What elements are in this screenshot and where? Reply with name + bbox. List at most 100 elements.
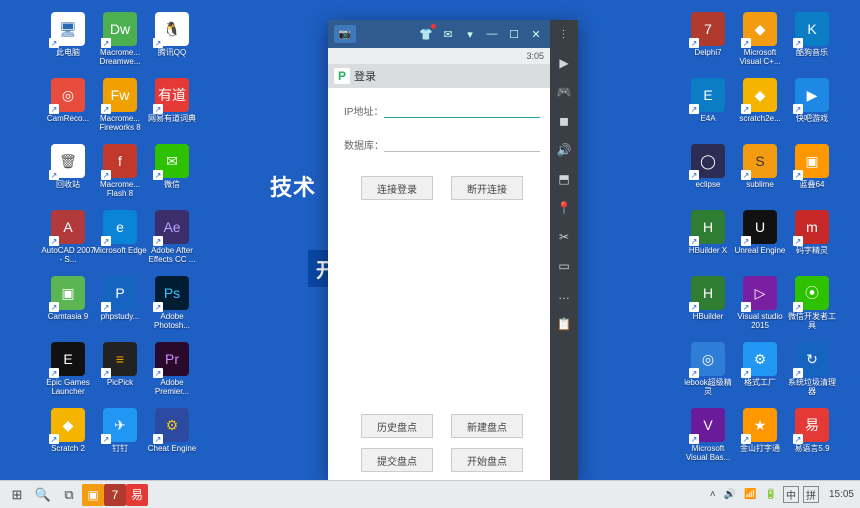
desktop-icon[interactable]: ★↗金山打字通: [732, 408, 788, 468]
app-icon: ★↗: [743, 408, 777, 442]
tray-network-icon[interactable]: 📶: [742, 489, 758, 500]
tray-clock[interactable]: 15:05: [827, 489, 856, 500]
app-icon: ⦿↗: [795, 276, 829, 310]
desktop-icon[interactable]: H↗HBuilder X: [680, 210, 736, 270]
close-button[interactable]: ✕: [528, 26, 544, 42]
desktop-icon[interactable]: H↗HBuilder: [680, 276, 736, 336]
desktop-icon-label: 酷狗音乐: [785, 48, 839, 57]
emulator-side-button[interactable]: ⋮: [556, 26, 572, 42]
desktop-icon[interactable]: ≡↗PicPick: [92, 342, 148, 402]
app-icon: 🗑↗: [51, 144, 85, 178]
taskbar-pinned-app[interactable]: ▣: [82, 484, 104, 506]
connect-button[interactable]: 连接登录: [361, 176, 433, 200]
mail-icon[interactable]: ✉: [440, 26, 456, 42]
emulator-side-button[interactable]: ◼: [556, 113, 572, 129]
desktop-icon[interactable]: 易↗易语言5.9: [784, 408, 840, 468]
emulator-side-button[interactable]: ▭: [556, 258, 572, 274]
start-button[interactable]: 开始盘点: [451, 448, 523, 472]
disconnect-button[interactable]: 断开连接: [451, 176, 523, 200]
desktop-icon[interactable]: ✉↗微信: [144, 144, 200, 204]
desktop-icon[interactable]: 🗑↗回收站: [40, 144, 96, 204]
desktop-icon-label: phpstudy...: [93, 312, 147, 321]
tray-volume-icon[interactable]: 🔊: [722, 489, 738, 500]
desktop-icon[interactable]: ▶↗ 快吧游戏: [784, 78, 840, 138]
db-input[interactable]: [384, 136, 540, 152]
desktop-icon-label: CamReco...: [41, 114, 95, 123]
history-button[interactable]: 历史盘点: [361, 414, 433, 438]
desktop-icon[interactable]: Ae↗Adobe After Effects CC ...: [144, 210, 200, 270]
emulator-side-button[interactable]: 📍: [556, 200, 572, 216]
search-button[interactable]: 🔍: [30, 484, 56, 506]
desktop-icon[interactable]: 有道↗网易有道词典: [144, 78, 200, 138]
desktop-icon[interactable]: Fw↗Macrome... Fireworks 8: [92, 78, 148, 138]
desktop-icon[interactable]: ▷↗Visual studio 2015: [732, 276, 788, 336]
new-button[interactable]: 新建盘点: [451, 414, 523, 438]
emulator-side-button[interactable]: 🔊: [556, 142, 572, 158]
desktop-icon[interactable]: ◆↗Scratch 2: [40, 408, 96, 468]
desktop-icon[interactable]: V↗Microsoft Visual Bas...: [680, 408, 736, 468]
dropdown-icon[interactable]: ▾: [462, 26, 478, 42]
shirt-icon[interactable]: 👕: [418, 26, 434, 42]
emulator-side-button[interactable]: ▶: [556, 55, 572, 71]
desktop-icon[interactable]: 🖥↗此电脑: [40, 12, 96, 72]
app-body: IP地址： 数据库： 连接登录 断开连接 历史盘点 新建盘点 提交盘点 开始盘点: [328, 88, 550, 482]
desktop-icon[interactable]: ◎↗CamReco...: [40, 78, 96, 138]
desktop-icon[interactable]: m↗码字精灵: [784, 210, 840, 270]
maximize-button[interactable]: ☐: [506, 26, 522, 42]
desktop-icon[interactable]: Pr↗Adobe Premier...: [144, 342, 200, 402]
tray-ime-1[interactable]: 中: [783, 486, 799, 503]
emulator-tab[interactable]: 📷: [334, 25, 356, 43]
taskbar-pinned-app[interactable]: 易: [126, 484, 148, 506]
desktop-icon[interactable]: A↗AutoCAD 2007 - S...: [40, 210, 96, 270]
desktop-icon[interactable]: K↗酷狗音乐: [784, 12, 840, 72]
app-icon: ▶↗: [795, 78, 829, 112]
desktop-icon-label: HBuilder X: [681, 246, 735, 255]
ip-input[interactable]: [384, 102, 540, 118]
emulator-side-button[interactable]: ⬒: [556, 171, 572, 187]
desktop-icon[interactable]: ◯↗eclipse: [680, 144, 736, 204]
wallpaper-text-1: 技术: [270, 170, 316, 202]
desktop-icon[interactable]: ▣↗蓝叠64: [784, 144, 840, 204]
desktop-icon[interactable]: ↻↗系统垃圾清理器: [784, 342, 840, 402]
desktop-icon[interactable]: ◎↗iebook超级精灵: [680, 342, 736, 402]
emulator-side-button[interactable]: 📋: [556, 316, 572, 332]
emulator-side-button[interactable]: ✂: [556, 229, 572, 245]
submit-button[interactable]: 提交盘点: [361, 448, 433, 472]
tray-ime-2[interactable]: 拼: [803, 486, 819, 503]
desktop-icon[interactable]: 🐧↗腾讯QQ: [144, 12, 200, 72]
taskbar-pinned-app[interactable]: 7: [104, 484, 126, 506]
desktop-icon[interactable]: Dw↗Macrome... Dreamwe...: [92, 12, 148, 72]
app-icon: S↗: [743, 144, 777, 178]
desktop-icon[interactable]: f↗Macrome... Flash 8: [92, 144, 148, 204]
app-icon: ⚙↗: [155, 408, 189, 442]
desktop-icon-label: 快吧游戏: [785, 114, 839, 123]
desktop-icon-label: 微信: [145, 180, 199, 189]
desktop-icon[interactable]: E↗Epic Games Launcher: [40, 342, 96, 402]
emulator-side-button[interactable]: 🎮: [556, 84, 572, 100]
desktop-icon[interactable]: ◆↗scratch2e...: [732, 78, 788, 138]
desktop-icon[interactable]: U↗Unreal Engine: [732, 210, 788, 270]
minimize-button[interactable]: —: [484, 26, 500, 42]
desktop-icon[interactable]: S↗sublime: [732, 144, 788, 204]
desktop-icon[interactable]: ⚙↗ Cheat Engine: [144, 408, 200, 468]
desktop-icon[interactable]: ⦿↗ 微信开发者工具: [784, 276, 840, 336]
app-logo-icon: P: [334, 68, 350, 84]
emulator-side-button[interactable]: …: [556, 287, 572, 303]
desktop-icon[interactable]: P↗phpstudy...: [92, 276, 148, 336]
start-button[interactable]: ⊞: [4, 484, 30, 506]
desktop-icon[interactable]: ◆↗Microsoft Visual C+...: [732, 12, 788, 72]
desktop-icon[interactable]: ⚙↗格式工厂: [732, 342, 788, 402]
desktop-icon[interactable]: E↗E4A: [680, 78, 736, 138]
tray-chevron-icon[interactable]: ˄: [708, 489, 718, 500]
desktop-icon[interactable]: Ps↗Adobe Photosh...: [144, 276, 200, 336]
desktop-icon[interactable]: ▣↗Camtasia 9: [40, 276, 96, 336]
tray-battery-icon[interactable]: 🔋: [763, 489, 779, 500]
desktop-icon[interactable]: ✈↗钉钉: [92, 408, 148, 468]
desktop-icon[interactable]: e↗Microsoft Edge: [92, 210, 148, 270]
taskview-button[interactable]: ⧉: [56, 484, 82, 506]
emulator-titlebar[interactable]: 📷 👕 ✉ ▾ — ☐ ✕: [328, 20, 550, 48]
desktop-icon-label: Cheat Engine: [145, 444, 199, 453]
app-icon: m↗: [795, 210, 829, 244]
desktop-icon-label: 微信开发者工具: [785, 312, 839, 330]
desktop-icon[interactable]: 7↗Delphi7: [680, 12, 736, 72]
